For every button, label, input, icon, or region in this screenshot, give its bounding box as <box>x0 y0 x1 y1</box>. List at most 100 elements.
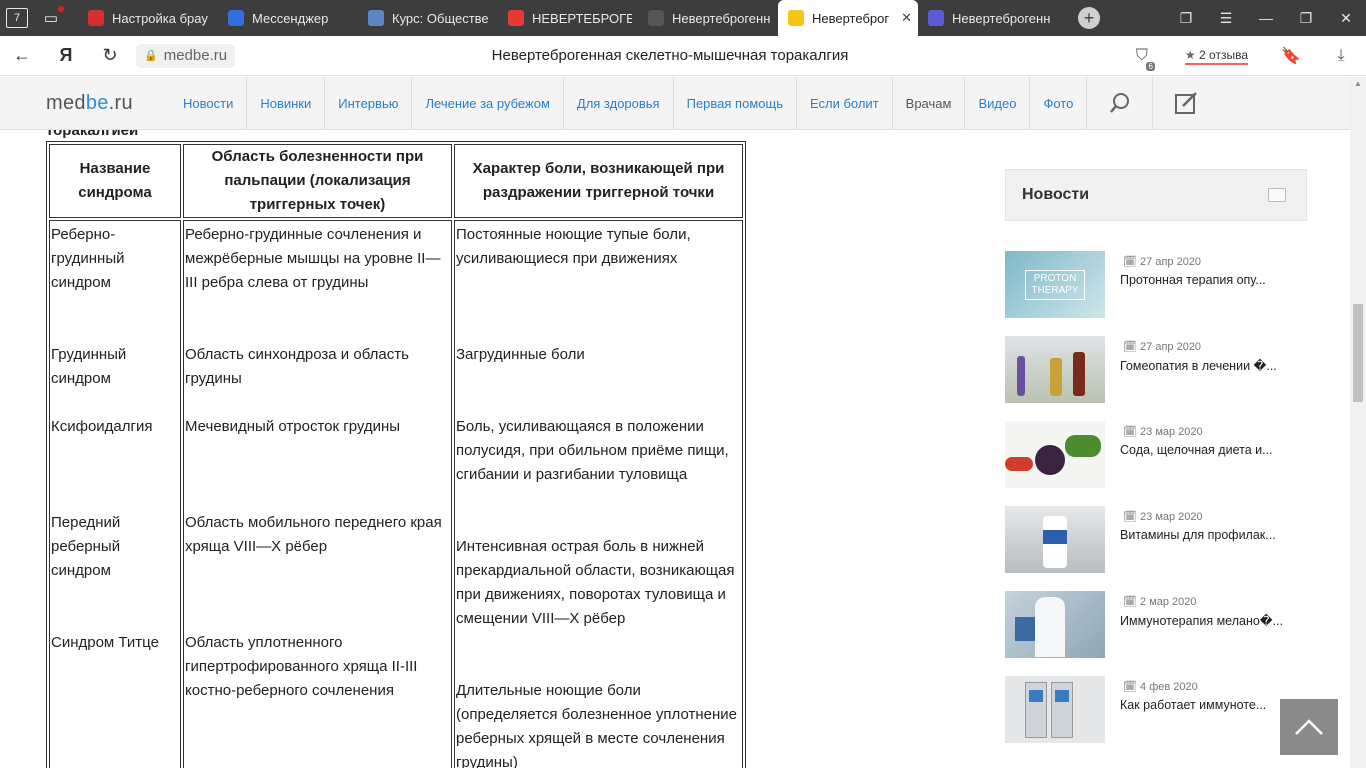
pain-character: Постоянные ноющие тупые боли, усиливающи… <box>456 226 691 267</box>
thumb-caption: PROTON THERAPY <box>1025 269 1085 300</box>
news-list-item[interactable]: 🗓 4 фев 2020 Как работает иммуноте... <box>1005 676 1307 743</box>
pain-character: Боль, усиливающаяся в положении полусидя… <box>456 418 729 483</box>
nav-item[interactable]: Новинки <box>246 76 324 130</box>
menu-icon[interactable]: ☰ <box>1206 0 1246 36</box>
tab-label: Настройка брау <box>112 10 208 26</box>
syndrome-name: Ксифоидалгия <box>51 418 153 435</box>
news-thumbnail[interactable]: PROTON THERAPY <box>1005 251 1105 318</box>
back-icon[interactable]: ← <box>0 36 44 76</box>
news-headline[interactable]: Протонная терапия опу... <box>1120 273 1300 287</box>
news-thumbnail[interactable] <box>1005 336 1105 403</box>
tab-label: Курс: Обществе <box>392 10 489 26</box>
browser-tab[interactable]: Невертеброгенн <box>638 0 778 36</box>
news-headline[interactable]: Гомеопатия в лечении �... <box>1120 358 1300 373</box>
nav-item[interactable]: Первая помощь <box>672 76 796 130</box>
scroll-to-top-button[interactable] <box>1280 699 1338 755</box>
tab-label: Невертеброгенн <box>952 10 1051 26</box>
tab-label: Невертеброг <box>812 10 890 26</box>
site-logo[interactable]: medbe.ru <box>0 92 170 115</box>
syndrome-table: Название синдрома Область болезненности … <box>46 141 746 768</box>
minimize-button[interactable]: — <box>1246 0 1286 36</box>
news-list-item[interactable]: 🗓 27 апр 2020 Гомеопатия в лечении �... <box>1005 336 1307 403</box>
news-date: 27 апр 2020 <box>1140 341 1202 353</box>
syndrome-name: Грудинный синдром <box>51 346 127 387</box>
reload-icon[interactable]: ↻ <box>88 36 132 76</box>
collections-icon[interactable]: ❐ <box>1166 0 1206 36</box>
news-date: 23 мар 2020 <box>1140 511 1203 523</box>
url-field[interactable]: 🔒 medbe.ru <box>136 43 236 68</box>
news-thumbnail[interactable] <box>1005 591 1105 658</box>
news-list-item[interactable]: PROTON THERAPY 🗓 27 апр 2020 Протонная тер… <box>1005 251 1307 318</box>
header-cell: Название синдрома <box>49 144 181 218</box>
browser-tab[interactable]: Мессенджер <box>218 0 358 36</box>
news-headline[interactable]: Иммунотерапия мелано�... <box>1120 613 1300 628</box>
nav-item[interactable]: Новости <box>170 77 246 130</box>
browser-tab[interactable]: Настройка брау <box>78 0 218 36</box>
pain-area: Реберно-грудинные сочленения и межрёберн… <box>185 226 441 291</box>
syndrome-name: Синдром Титце <box>51 634 159 651</box>
scrollbar-thumb[interactable] <box>1353 304 1363 402</box>
browser-tab[interactable]: Курс: Обществе <box>358 0 498 36</box>
nav-item[interactable]: Видео <box>964 76 1029 130</box>
news-thumbnail[interactable] <box>1005 676 1105 743</box>
syndrome-name: Передний реберный синдром <box>51 514 121 579</box>
nav-item[interactable]: Врачам <box>891 76 965 130</box>
yandex-browser-icon <box>88 10 104 26</box>
calendar-icon: 🗓 <box>1123 681 1137 693</box>
news-headline[interactable]: Витамины для профилак... <box>1120 528 1300 542</box>
news-list-item[interactable]: 🗓 23 мар 2020 Витамины для профилак... <box>1005 506 1307 573</box>
news-date: 23 мар 2020 <box>1140 426 1203 438</box>
download-icon[interactable]: ⤓ <box>1316 47 1366 65</box>
news-date: 2 мар 2020 <box>1140 596 1197 608</box>
news-list-item[interactable]: 🗓 2 мар 2020 Иммунотерапия мелано�... <box>1005 591 1307 658</box>
table-header-row: Название синдрома Область болезненности … <box>49 144 743 218</box>
tab-counter: 7 <box>6 8 28 28</box>
yandex-icon[interactable]: Я <box>44 36 88 76</box>
news-date: 4 фев 2020 <box>1140 681 1198 693</box>
search-icon[interactable] <box>1086 76 1152 130</box>
calendar-icon: 🗓 <box>1123 511 1137 523</box>
close-window-button[interactable]: ✕ <box>1326 0 1366 36</box>
edit-icon[interactable] <box>1152 76 1218 130</box>
lock-icon: 🔒 <box>144 50 158 62</box>
tab-label: Невертеброгенн <box>672 10 771 26</box>
news-thumbnail[interactable] <box>1005 421 1105 488</box>
news-date: 27 апр 2020 <box>1140 256 1202 268</box>
reviews-link[interactable]: ★ 2 отзыва <box>1184 47 1248 65</box>
bookmark-icon[interactable]: 🔖 <box>1266 46 1316 66</box>
news-thumbnail[interactable] <box>1005 506 1105 573</box>
nav-item[interactable]: Фото <box>1029 76 1086 130</box>
globe-icon <box>648 10 664 26</box>
calendar-icon: 🗓 <box>1123 596 1137 608</box>
yandex-icon <box>508 10 524 26</box>
calendar-icon: 🗓 <box>1123 426 1137 438</box>
header-cell: Характер боли, возникающей при раздражен… <box>454 144 743 218</box>
pain-area: Область уплотненного гипертрофированного… <box>185 634 418 699</box>
browser-tab[interactable]: Невертеброгенн <box>918 0 1058 36</box>
tab-counter-button[interactable]: 7 <box>0 1 34 35</box>
close-tab-icon[interactable]: ✕ <box>901 10 912 26</box>
downloads-protect-icon[interactable]: ⛉ 6 <box>1117 47 1167 71</box>
nav-item[interactable]: Интервью <box>324 76 411 130</box>
avatar-icon <box>928 10 944 26</box>
restore-button[interactable]: ❐ <box>1286 0 1326 36</box>
nav-item[interactable]: Если болит <box>795 76 892 130</box>
section-heading: торакалгией <box>46 130 139 139</box>
news-headline[interactable]: Сода, щелочная диета и... <box>1120 443 1300 457</box>
tab-label: НЕВЕРТЕБРОГЕНН <box>532 10 632 26</box>
new-folder-icon[interactable]: ▭ <box>34 1 68 35</box>
news-list-item[interactable]: 🗓 23 мар 2020 Сода, щелочная диета и... <box>1005 421 1307 488</box>
pain-area: Область синхондроза и область грудины <box>185 346 409 387</box>
main-nav: Новости Новинки Интервью Лечение за рубежом… <box>170 76 1086 130</box>
page-scrollbar[interactable]: ▲ <box>1350 77 1366 768</box>
header-cell: Область болезненности при пальпации (лок… <box>183 144 452 218</box>
star-icon: ★ <box>1184 47 1196 62</box>
new-tab-button[interactable]: + <box>1078 7 1100 29</box>
nav-item[interactable]: Для здоровья <box>562 76 673 130</box>
toggle-icon[interactable] <box>1268 188 1286 202</box>
browser-tab[interactable]: НЕВЕРТЕБРОГЕНН <box>498 0 638 36</box>
nav-item[interactable]: Лечение за рубежом <box>411 76 562 130</box>
scroll-up-arrow-icon[interactable]: ▲ <box>1350 77 1366 91</box>
browser-tab[interactable]: Невертеброг ✕ <box>778 0 918 36</box>
news-headline[interactable]: Как работает иммуноте... <box>1120 698 1300 712</box>
